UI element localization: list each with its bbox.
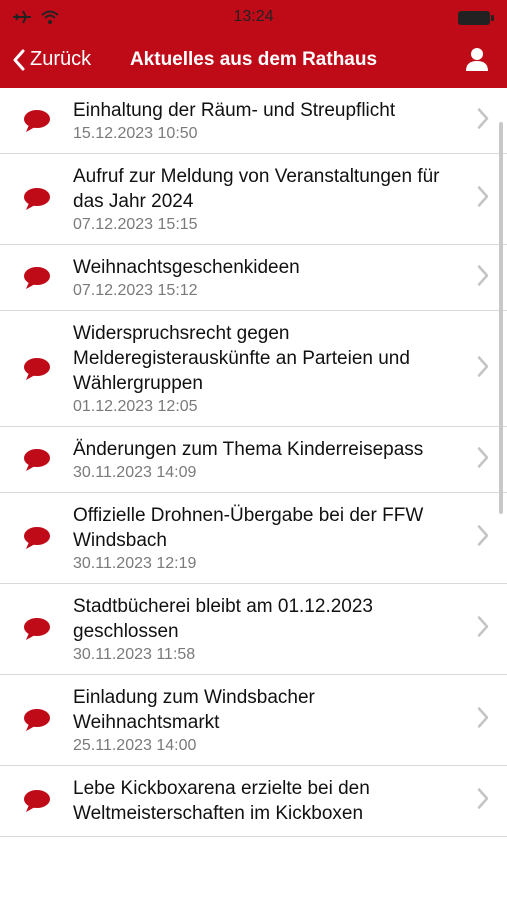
item-date: 25.11.2023 14:00 xyxy=(73,737,197,754)
item-title: Änderungen zum Thema Kinderreisepass xyxy=(73,439,424,460)
app-header: 13:24 Zurück Aktuelles aus dem Rathaus xyxy=(0,0,507,88)
speech-bubble-icon xyxy=(0,187,73,211)
item-date: 30.11.2023 11:58 xyxy=(73,646,196,663)
chevron-right-icon xyxy=(477,264,489,291)
item-content: Änderungen zum Thema Kinderreisepass 30.1… xyxy=(73,437,507,482)
speech-bubble-icon xyxy=(0,448,73,472)
list-item[interactable]: Aufruf zur Meldung von Veranstaltungen f… xyxy=(0,154,507,245)
speech-bubble-icon xyxy=(0,617,73,641)
speech-bubble-icon xyxy=(0,789,73,813)
item-title: Widerspruchsrecht gegen Melderegisteraus… xyxy=(73,323,410,394)
navigation-bar: Zurück Aktuelles aus dem Rathaus xyxy=(0,34,507,88)
speech-bubble-icon xyxy=(0,109,73,133)
speech-bubble-icon xyxy=(0,357,73,381)
chevron-right-icon xyxy=(477,707,489,734)
chevron-right-icon xyxy=(477,107,489,134)
item-title: Einladung zum Windsbacher Weihnachtsmark… xyxy=(73,687,315,733)
chevron-right-icon xyxy=(477,355,489,382)
list-item[interactable]: Widerspruchsrecht gegen Melderegisteraus… xyxy=(0,311,507,427)
chevron-right-icon xyxy=(477,788,489,815)
chevron-right-icon xyxy=(477,525,489,552)
chevron-right-icon xyxy=(477,186,489,213)
item-date: 15.12.2023 10:50 xyxy=(73,125,198,142)
speech-bubble-icon xyxy=(0,266,73,290)
item-title: Aufruf zur Meldung von Veranstaltungen f… xyxy=(73,166,440,212)
item-date: 01.12.2023 12:05 xyxy=(73,398,198,415)
list-item[interactable]: Änderungen zum Thema Kinderreisepass 30.1… xyxy=(0,427,507,493)
speech-bubble-icon xyxy=(0,526,73,550)
chevron-right-icon xyxy=(477,616,489,643)
list-item[interactable]: Lebe Kickboxarena erzielte bei den Weltm… xyxy=(0,766,507,837)
chevron-right-icon xyxy=(477,446,489,473)
speech-bubble-icon xyxy=(0,708,73,732)
item-date: 07.12.2023 15:15 xyxy=(73,216,198,233)
item-title: Offizielle Drohnen-Übergabe bei der FFW … xyxy=(73,505,424,551)
item-title: Lebe Kickboxarena erzielte bei den Weltm… xyxy=(73,778,370,824)
item-content: Widerspruchsrecht gegen Melderegisteraus… xyxy=(73,321,507,416)
news-list: Einhaltung der Räum- und Streupflicht 15.… xyxy=(0,88,507,900)
item-content: Offizielle Drohnen-Übergabe bei der FFW … xyxy=(73,503,507,573)
item-title: Einhaltung der Räum- und Streupflicht xyxy=(73,100,396,121)
battery-icon xyxy=(457,10,495,31)
item-content: Lebe Kickboxarena erzielte bei den Weltm… xyxy=(73,776,507,826)
item-date: 07.12.2023 15:12 xyxy=(73,282,198,299)
list-item[interactable]: Stadtbücherei bleibt am 01.12.2023 gesch… xyxy=(0,584,507,675)
item-content: Stadtbücherei bleibt am 01.12.2023 gesch… xyxy=(73,594,507,664)
item-title: Stadtbücherei bleibt am 01.12.2023 gesch… xyxy=(73,596,373,642)
scrollbar[interactable] xyxy=(499,122,503,514)
item-content: Einhaltung der Räum- und Streupflicht 15.… xyxy=(73,98,507,143)
list-item[interactable]: Einhaltung der Räum- und Streupflicht 15.… xyxy=(0,88,507,154)
list-item[interactable]: Offizielle Drohnen-Übergabe bei der FFW … xyxy=(0,493,507,584)
list-item[interactable]: Weihnachtsgeschenkideen 07.12.2023 15:12 xyxy=(0,245,507,311)
item-title: Weihnachtsgeschenkideen xyxy=(73,257,300,278)
item-content: Weihnachtsgeschenkideen 07.12.2023 15:12 xyxy=(73,255,507,300)
item-content: Aufruf zur Meldung von Veranstaltungen f… xyxy=(73,164,507,234)
user-icon[interactable] xyxy=(465,47,489,76)
status-bar: 13:24 xyxy=(0,0,507,34)
page-title: Aktuelles aus dem Rathaus xyxy=(129,49,378,70)
item-date: 30.11.2023 12:19 xyxy=(73,555,197,572)
list-item[interactable]: Einladung zum Windsbacher Weihnachtsmark… xyxy=(0,675,507,766)
item-content: Einladung zum Windsbacher Weihnachtsmark… xyxy=(73,685,507,755)
item-date: 30.11.2023 14:09 xyxy=(73,464,197,481)
status-time: 13:24 xyxy=(233,8,274,25)
